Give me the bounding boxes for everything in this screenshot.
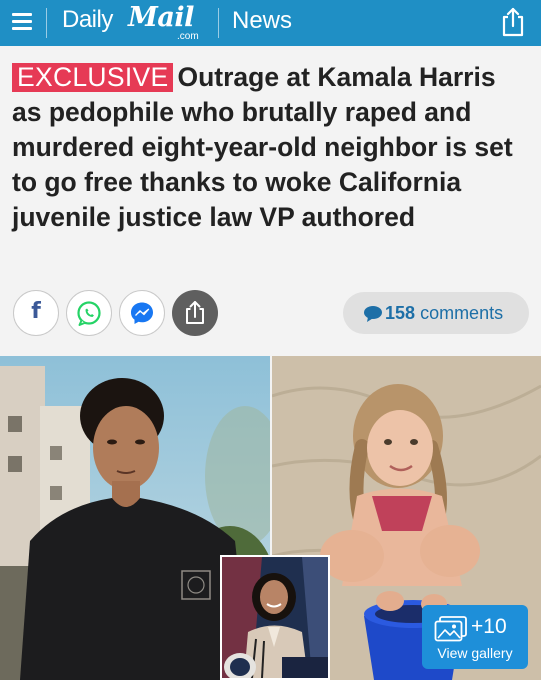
gallery-icon (434, 616, 467, 642)
header-share-icon[interactable] (498, 6, 528, 38)
facebook-share-button[interactable]: f (13, 290, 59, 336)
article-headline: EXCLUSIVE Outrage at Kamala Harris as ped… (12, 60, 532, 235)
section-title[interactable]: News (232, 7, 292, 35)
inset-photo-kamala-harris[interactable] (220, 555, 330, 680)
menu-icon[interactable] (12, 10, 32, 34)
header-divider (218, 8, 219, 38)
facebook-icon: f (31, 299, 41, 324)
gallery-label: View gallery (437, 645, 513, 661)
whatsapp-icon (77, 301, 101, 326)
header-divider (46, 8, 47, 38)
whatsapp-share-button[interactable] (66, 290, 112, 336)
messenger-share-button[interactable] (119, 290, 165, 336)
daily-mail-logo[interactable]: Daily Mail .com (62, 2, 212, 44)
exclusive-badge: EXCLUSIVE (12, 63, 174, 92)
comments-label: comments (420, 303, 504, 323)
logo-daily-text: Daily (62, 6, 113, 33)
gallery-count: +10 (471, 615, 507, 638)
comment-bubble-icon (364, 306, 382, 322)
view-gallery-button[interactable]: +10 View gallery (422, 605, 528, 669)
top-bar: Daily Mail .com News (0, 0, 541, 46)
messenger-icon (131, 302, 153, 324)
comments-button[interactable]: 158 comments (343, 292, 529, 334)
share-button[interactable] (172, 290, 218, 336)
comments-count: 158 (385, 303, 416, 323)
comments-text: 158 comments (385, 303, 503, 324)
logo-mail-text: Mail (128, 2, 194, 33)
logo-com-text: .com (177, 31, 199, 42)
share-icon (186, 301, 204, 324)
